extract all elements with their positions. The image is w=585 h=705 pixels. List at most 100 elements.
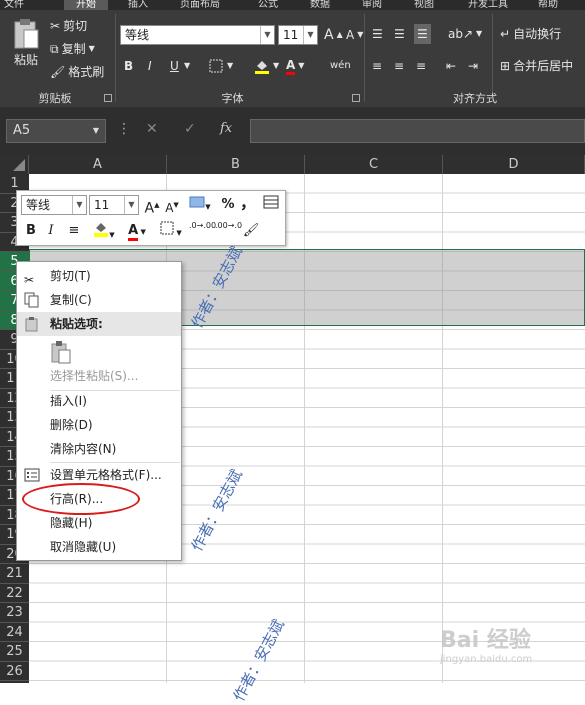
chevron-down-icon[interactable]: ▼	[260, 26, 274, 44]
mini-grow-font-button[interactable]: A▲	[143, 195, 161, 217]
group-divider	[115, 14, 116, 102]
menu-item-clear-contents[interactable]: 清除内容(N)	[17, 437, 181, 461]
chevron-down-icon[interactable]: ▼	[93, 120, 99, 142]
grow-font-button[interactable]: A ▲	[324, 25, 343, 45]
merge-center-button[interactable]: ⊞ 合并后居中	[500, 56, 573, 76]
font-color-button[interactable]: A ▼	[286, 56, 304, 76]
tab-view[interactable]: 视图	[414, 0, 454, 10]
align-center-button[interactable]: ≡	[394, 56, 404, 76]
column-header-a[interactable]: A	[29, 155, 167, 174]
mini-borders-button[interactable]: ▼	[157, 221, 185, 241]
font-size-value: 11	[283, 28, 299, 42]
column-header-c[interactable]: C	[305, 155, 443, 174]
menu-item-label: 取消隐藏(U)	[50, 540, 117, 554]
clipboard-launcher-icon[interactable]	[104, 94, 112, 102]
mini-font-size-value: 11	[94, 198, 110, 212]
mini-shrink-font-button[interactable]: A▼	[163, 195, 181, 215]
mini-font-color-button[interactable]: A ▼	[123, 221, 151, 241]
tab-page-layout[interactable]: 页面布局	[180, 0, 244, 10]
mini-center-button[interactable]: ≡	[65, 221, 83, 241]
row-header[interactable]: 22	[0, 584, 29, 603]
font-name-box[interactable]: 等线 ▼	[120, 25, 275, 45]
mini-increase-decimal-button[interactable]: .0→.00	[189, 221, 216, 241]
column-header-b[interactable]: B	[167, 155, 305, 174]
clipboard-group-label: 剪贴板	[38, 92, 72, 105]
mini-bold-button[interactable]: B	[23, 221, 39, 241]
name-box[interactable]: A5 ▼	[6, 119, 106, 143]
format-painter-button[interactable]: 🖌 格式刷	[50, 62, 104, 82]
tab-insert[interactable]: 插入	[128, 0, 168, 10]
row-header[interactable]: 23	[0, 603, 29, 623]
tab-review[interactable]: 审阅	[362, 0, 402, 10]
menu-item-cut[interactable]: ✂ 剪切(T)	[17, 264, 181, 288]
copy-button[interactable]: ⧉ 复制 ▼	[50, 39, 95, 59]
mini-comma-button[interactable]: ，	[239, 193, 257, 213]
row-header[interactable]: 21	[0, 564, 29, 584]
mini-italic-button[interactable]: I	[43, 221, 59, 241]
align-left-button[interactable]: ≡	[372, 56, 382, 76]
enter-icon[interactable]: ✓	[184, 121, 196, 137]
mini-percent-button[interactable]: %	[219, 195, 237, 215]
paste-button[interactable]: 粘贴	[8, 18, 44, 74]
chevron-down-icon[interactable]: ▼	[124, 196, 138, 214]
tab-developer[interactable]: 开发工具	[468, 0, 528, 10]
paste-option-button[interactable]	[49, 340, 73, 364]
tab-home[interactable]: 开始	[64, 0, 108, 10]
tab-formulas[interactable]: 公式	[258, 0, 298, 10]
menu-item-label: 剪切(T)	[50, 269, 91, 283]
menu-item-insert[interactable]: 插入(I)	[17, 389, 181, 413]
border-button[interactable]: ▼	[208, 56, 233, 76]
align-top-button[interactable]: ☰	[372, 24, 383, 44]
formula-input[interactable]	[250, 119, 585, 143]
menu-item-unhide[interactable]: 取消隐藏(U)	[17, 535, 181, 559]
decrease-indent-button[interactable]: ⇤	[446, 56, 456, 76]
underline-button[interactable]: U	[170, 56, 179, 76]
fill-color-button[interactable]: ▼	[254, 56, 279, 76]
mini-font-name-value: 等线	[26, 198, 51, 212]
menu-item-delete[interactable]: 删除(D)	[17, 413, 181, 437]
mini-fill-color-button[interactable]: ▼	[89, 221, 119, 241]
font-size-box[interactable]: 11 ▼	[278, 25, 318, 45]
wrap-text-icon: ↵	[500, 27, 511, 41]
mini-font-name-box[interactable]: 等线 ▼	[21, 195, 87, 215]
format-cells-icon	[24, 468, 40, 482]
italic-button[interactable]: I	[148, 56, 152, 76]
cut-button[interactable]: ✂ 剪切	[50, 16, 87, 36]
mini-font-size-box[interactable]: 11 ▼	[89, 195, 139, 215]
chevron-down-icon[interactable]: ▼	[184, 56, 190, 76]
align-middle-button[interactable]: ☰	[394, 24, 405, 44]
align-bottom-button[interactable]: ☰	[414, 24, 431, 44]
wrap-text-button[interactable]: ↵ 自动换行	[500, 24, 561, 44]
row-header[interactable]: 24	[0, 623, 29, 642]
mini-decrease-decimal-button[interactable]: .00→.0	[215, 221, 242, 241]
mini-format-table-button[interactable]	[261, 195, 281, 215]
menu-item-hide[interactable]: 隐藏(H)	[17, 511, 181, 535]
phonetic-button[interactable]: wén	[330, 56, 351, 76]
tab-file[interactable]: 文件	[4, 0, 44, 10]
merge-icon: ⊞	[500, 59, 511, 73]
border-icon	[160, 221, 174, 235]
more-icon[interactable]: ⋮	[117, 121, 131, 137]
shrink-font-button[interactable]: A ▼	[346, 25, 363, 45]
bold-button[interactable]: B	[124, 56, 133, 76]
mini-format-painter-button[interactable]: 🖌	[241, 221, 261, 241]
align-right-button[interactable]: ≡	[416, 56, 426, 76]
increase-indent-button[interactable]: ⇥	[468, 56, 478, 76]
insert-function-icon[interactable]: fx	[220, 121, 232, 136]
row-header[interactable]: 25	[0, 642, 29, 662]
orientation-button[interactable]: ab↗ ▼	[448, 24, 482, 44]
row-header[interactable]: 26	[0, 662, 29, 681]
select-all-button[interactable]	[0, 155, 29, 174]
mini-accounting-format-button[interactable]: ▼	[185, 195, 215, 215]
brush-icon: 🖌	[242, 223, 260, 238]
column-header-d[interactable]: D	[443, 155, 585, 174]
cancel-icon[interactable]: ✕	[146, 121, 158, 137]
chevron-down-icon[interactable]: ▼	[72, 196, 86, 214]
chevron-down-icon[interactable]: ▼	[303, 26, 317, 44]
tab-help[interactable]: 帮助	[538, 0, 585, 10]
menu-item-copy[interactable]: 复制(C)	[17, 288, 181, 312]
font-launcher-icon[interactable]	[352, 94, 360, 102]
tab-data[interactable]: 数据	[310, 0, 350, 10]
scissors-icon: ✂	[24, 273, 35, 287]
chevron-down-icon: ▼	[88, 44, 95, 53]
